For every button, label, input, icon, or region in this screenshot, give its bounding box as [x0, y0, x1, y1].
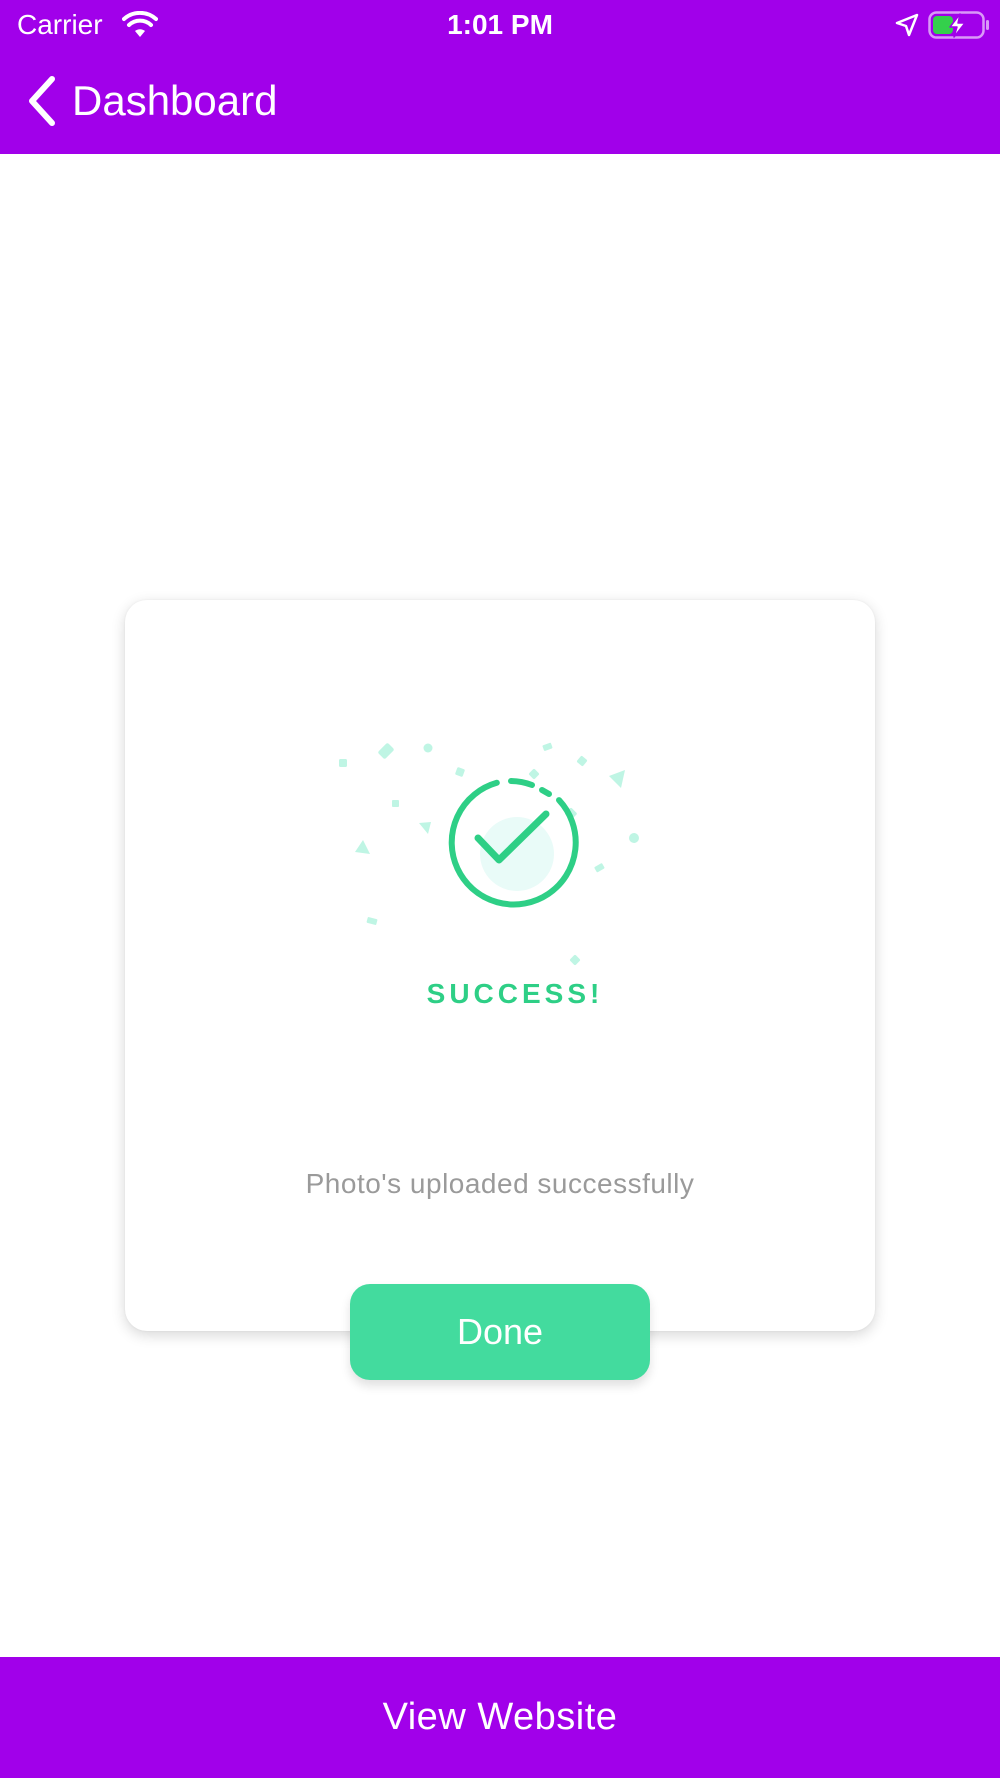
back-button[interactable]: Dashboard: [24, 72, 277, 130]
location-arrow-icon: [895, 13, 919, 37]
battery-charging-icon: [928, 11, 989, 39]
success-screen: Carrier 1:01 PM Dashboard SUCCESS! Photo…: [0, 0, 1000, 1778]
done-button[interactable]: Done: [350, 1284, 650, 1380]
nav-bar: Dashboard: [0, 50, 1000, 154]
status-time: 1:01 PM: [447, 9, 553, 40]
back-label: Dashboard: [72, 77, 278, 124]
upload-status-message: Photo's uploaded successfully: [305, 1168, 695, 1199]
success-card: SUCCESS! Photo's uploaded successfully: [125, 600, 875, 1331]
status-bar: Carrier 1:01 PM: [0, 0, 1000, 50]
chevron-left-icon: [29, 76, 55, 126]
success-check-icon: [339, 742, 639, 966]
success-title: SUCCESS!: [426, 978, 604, 1009]
view-website-button[interactable]: View Website: [0, 1657, 1000, 1778]
top-bar: Carrier 1:01 PM Dashboard: [0, 0, 1000, 154]
